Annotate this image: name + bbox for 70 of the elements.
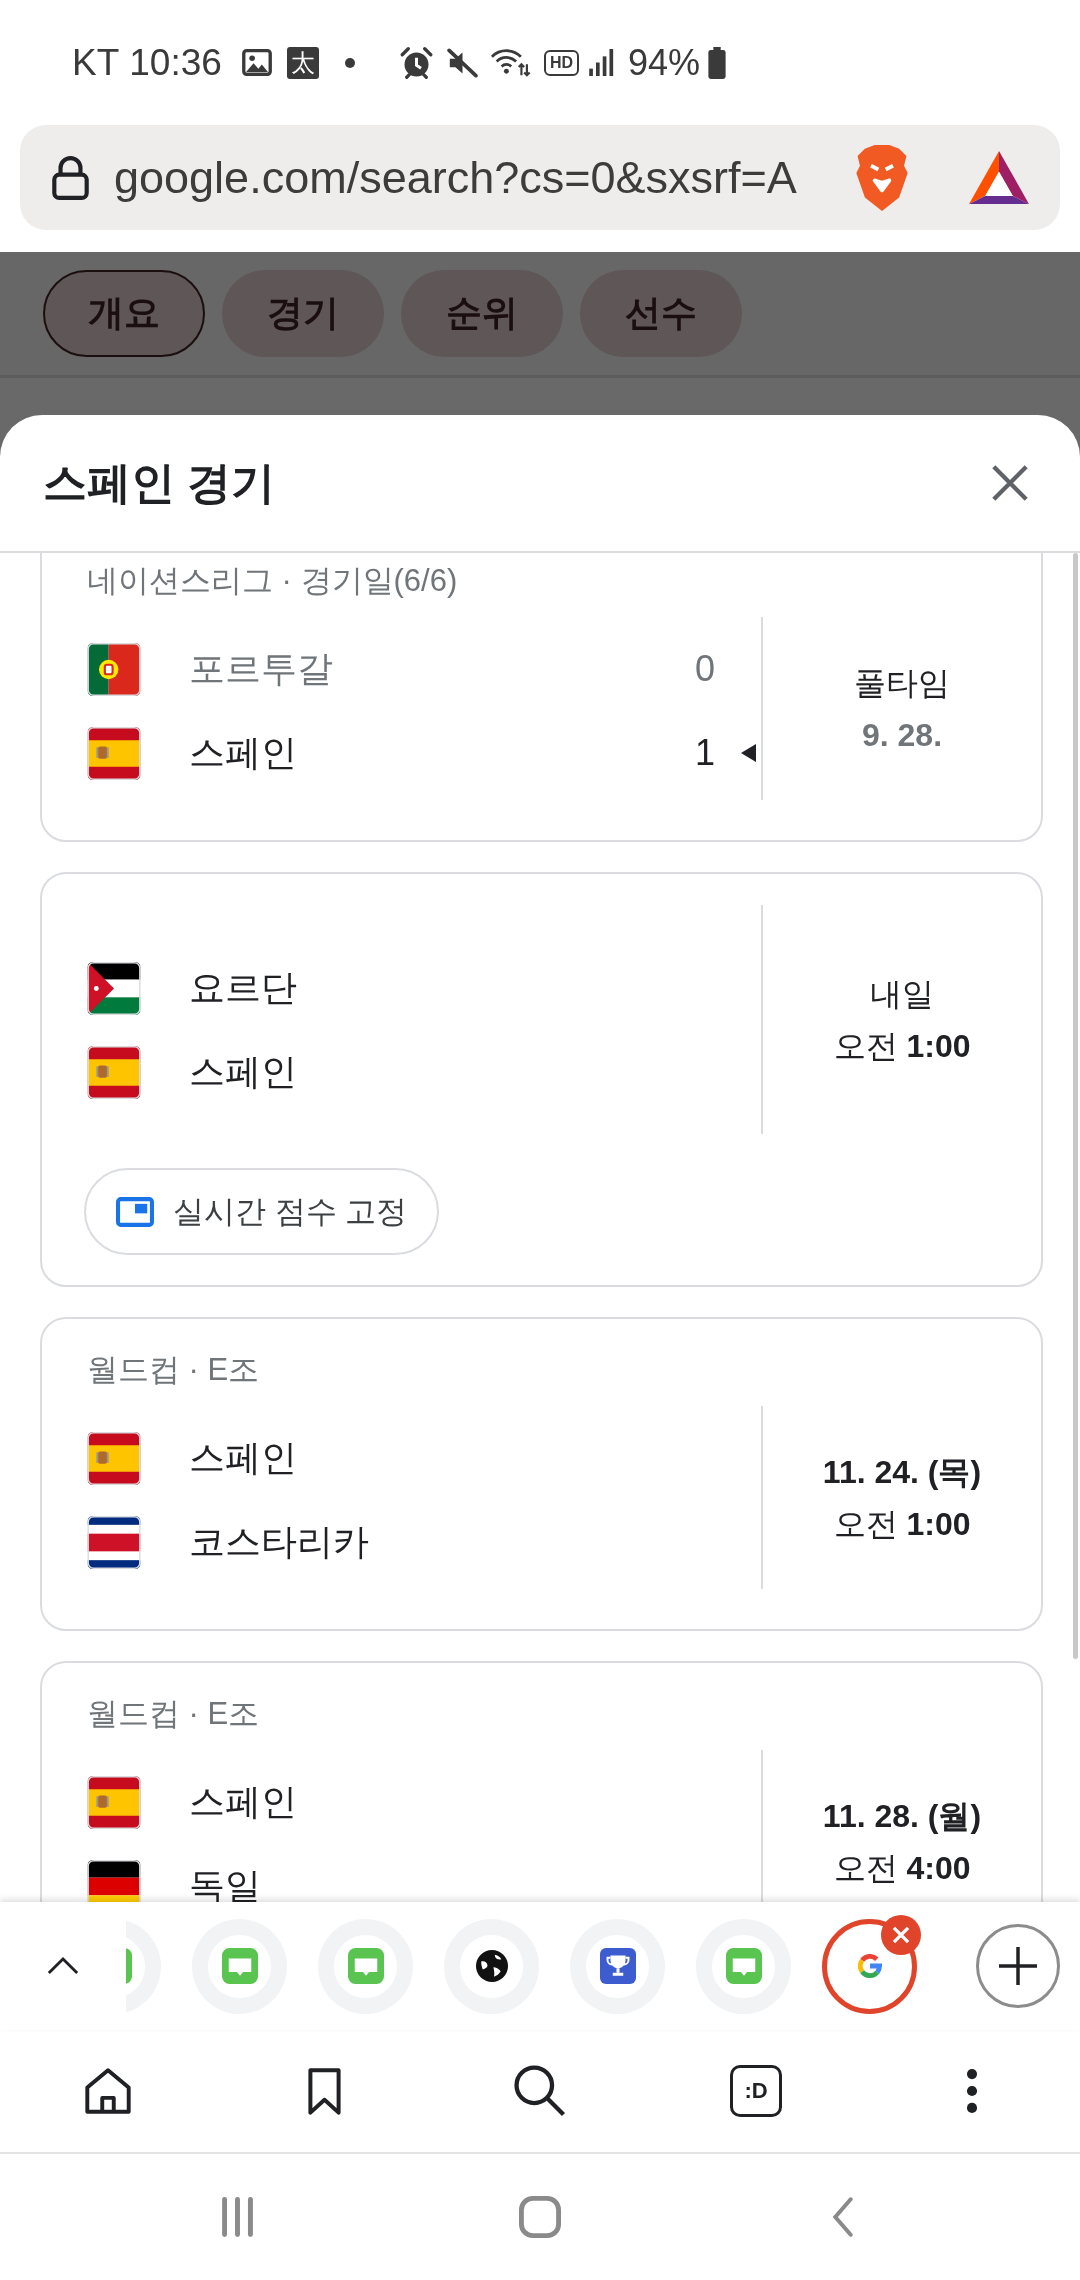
dot-icon — [344, 57, 355, 68]
chat-bubble-icon — [347, 1948, 384, 1984]
flag-icon — [87, 1431, 141, 1485]
team-name: 포르투갈 — [189, 646, 334, 691]
match-status-text: 11. 24. (목) — [822, 1452, 982, 1492]
lion-shield-icon[interactable] — [855, 144, 909, 211]
close-icon[interactable] — [992, 465, 1028, 501]
match-status-text: 오전 1:00 — [833, 1504, 971, 1544]
match-card[interactable]: 네이션스리그 · 경기일(6/6) 포르투갈 0 스페인 1 풀타임 9. 28. — [40, 553, 1043, 842]
lock-icon — [52, 155, 89, 200]
match-card[interactable]: 월드컵 · E조 스페인 코스타리카 11. 24. (목) 오전 1:00 — [40, 1317, 1043, 1631]
picture-in-picture-icon — [116, 1196, 154, 1227]
team-name: 스페인 — [189, 1049, 298, 1094]
mute-icon — [446, 47, 478, 78]
team-name: 스페인 — [189, 1779, 298, 1824]
sheet-title: 스페인 경기 — [43, 456, 276, 509]
match-status-text: 오전 1:00 — [833, 1026, 971, 1066]
caret-up-icon[interactable] — [46, 1956, 80, 1976]
flag-icon — [87, 726, 141, 780]
plus-icon — [999, 1947, 1037, 1985]
new-tab-button[interactable] — [976, 1924, 1060, 2008]
battery-icon — [708, 46, 727, 79]
carrier-text: KT — [72, 44, 120, 81]
g-logo-icon — [857, 1954, 882, 1978]
pin-score-button[interactable]: 실시간 점수 고정 — [84, 1168, 440, 1255]
chat-bubble-icon — [221, 1948, 258, 1984]
url-text: google.com/search?cs=0&sxsrf=A — [114, 151, 797, 204]
address-bar[interactable]: google.com/search?cs=0&sxsrf=A — [20, 125, 1060, 230]
clock-text: 10:36 — [129, 44, 222, 81]
match-status-text: 11. 28. (월) — [822, 1796, 982, 1836]
team-name: 스페인 — [189, 730, 298, 775]
trophy-icon — [599, 1948, 636, 1984]
match-status-text: 내일 — [870, 974, 934, 1014]
notification-badge: 太 — [286, 46, 319, 79]
score-text: 1 — [694, 732, 715, 774]
globe-icon — [475, 1950, 508, 1982]
match-status-text: 오전 4:00 — [833, 1848, 971, 1888]
alarm-icon — [399, 46, 433, 79]
match-status-text: 9. 28. — [861, 715, 943, 755]
match-card[interactable]: 요르단 스페인 내일 오전 1:00 실시간 점수 고정 — [40, 872, 1043, 1287]
competition-label: 월드컵 · E조 — [87, 1351, 261, 1389]
competition-label: 월드컵 · E조 — [87, 1695, 261, 1733]
close-icon — [892, 1925, 910, 1944]
battery-percent-text: 94% — [628, 44, 701, 81]
team-name: 스페인 — [189, 1435, 298, 1480]
tab-count-button[interactable]: :D — [730, 2065, 782, 2117]
back-icon[interactable] — [831, 2197, 854, 2237]
flag-icon — [87, 1515, 141, 1569]
flag-icon — [87, 1775, 141, 1829]
search-icon[interactable] — [514, 2065, 566, 2117]
home-icon[interactable] — [85, 2068, 131, 2114]
signal-icon — [589, 49, 614, 76]
chat-bubble-icon — [725, 1948, 762, 1984]
score-text: 0 — [694, 648, 715, 690]
bookmark-icon[interactable] — [307, 2067, 341, 2115]
more-icon[interactable] — [966, 2069, 978, 2113]
image-icon — [241, 49, 272, 76]
flag-icon — [87, 1045, 141, 1099]
wifi-icon — [489, 48, 531, 77]
flag-icon — [87, 961, 141, 1015]
team-name: 코스타리카 — [189, 1519, 370, 1564]
flag-icon — [87, 642, 141, 696]
home-button-icon[interactable] — [519, 2196, 561, 2238]
match-status-text: 풀타임 — [854, 663, 950, 703]
triangle-icon[interactable] — [969, 151, 1029, 204]
competition-label: 네이션스리그 · 경기일(6/6) — [87, 562, 459, 600]
close-tab-button[interactable] — [881, 1914, 921, 1955]
flag-icon — [87, 1859, 141, 1902]
team-name: 요르단 — [189, 965, 298, 1010]
hd-badge: HD — [543, 49, 579, 76]
